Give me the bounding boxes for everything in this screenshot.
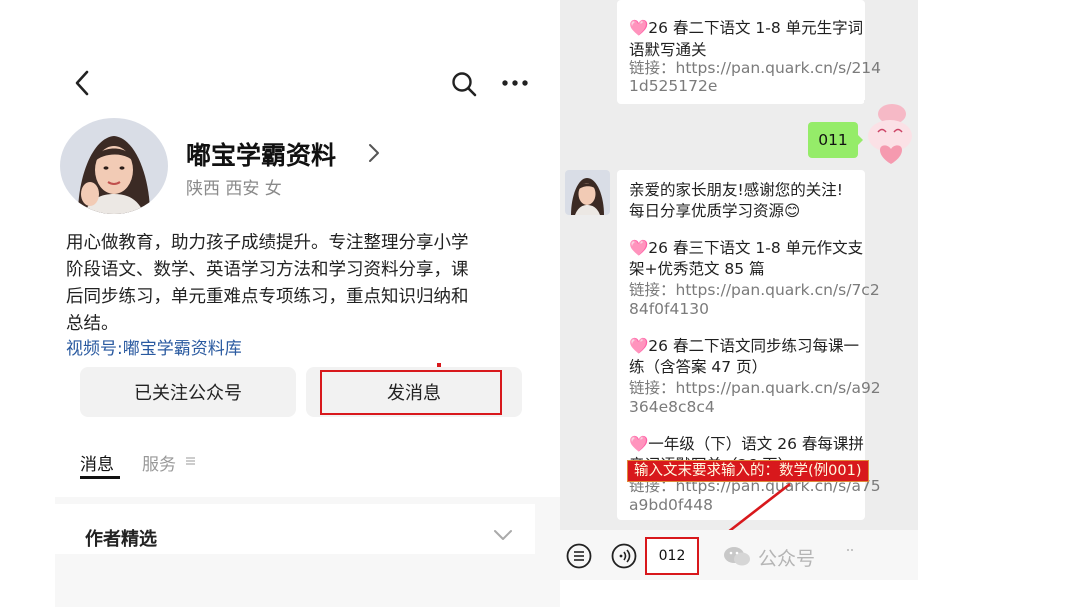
message-line: 🩷26 春二下语文同步练习每课一 xyxy=(629,337,859,355)
highlight-box-send-message xyxy=(320,370,502,415)
video-channel-link[interactable]: 视频号:嘟宝学霸资料库 xyxy=(66,334,242,359)
account-name[interactable]: 嘟宝学霸资料 xyxy=(186,136,336,172)
bio-line: 阶段语文、数学、英语学习方法和学习资料分享，课 xyxy=(66,260,469,280)
message-link-line[interactable]: 1d525172e xyxy=(629,76,717,97)
account-location: 陕西 西安 女 xyxy=(186,179,282,199)
sent-message-bubble[interactable]: 011 xyxy=(808,122,858,158)
menu-list-icon[interactable] xyxy=(566,543,592,569)
wechat-logo-icon xyxy=(724,547,750,566)
sent-bubble-tail xyxy=(857,134,863,146)
message-link-line[interactable]: 链接：https://pan.quark.cn/s/7c2 xyxy=(629,280,880,301)
chevron-down-icon[interactable] xyxy=(492,528,514,542)
message-line: 🩷26 春三下语文 1-8 单元作文支 xyxy=(629,239,864,257)
menu-lines-icon xyxy=(186,457,195,465)
featured-section-title: 作者精选 xyxy=(85,529,157,550)
message-line: 🩷一年级（下）语文 26 春每课拼 xyxy=(629,435,864,453)
account-avatar[interactable] xyxy=(60,118,168,214)
message-link-line[interactable]: 链接：https://pan.quark.cn/s/a92 xyxy=(629,378,881,399)
annotation-dot xyxy=(437,363,441,367)
received-message-bubble[interactable]: 🩷26 春二下语文 1-8 单元生字词 语默写通关 链接：https://pan… xyxy=(617,0,881,104)
message-line: 亲爱的家长朋友!感谢您的关注! xyxy=(629,181,843,199)
message-line: 🩷26 春二下语文 1-8 单元生字词 xyxy=(629,19,864,37)
channel-name[interactable]: 嘟宝学霸资料库 xyxy=(123,339,242,359)
watermark-dots xyxy=(847,549,853,551)
chevron-right-icon[interactable] xyxy=(366,142,382,164)
back-arrow-icon[interactable] xyxy=(70,68,94,98)
message-link-line[interactable]: 84f0f4130 xyxy=(629,299,709,320)
message-line: 练（含答案 47 页） xyxy=(629,358,768,376)
tab-messages[interactable]: 消息 xyxy=(80,450,114,475)
more-options-icon[interactable] xyxy=(500,72,530,94)
tab-services[interactable]: 服务 xyxy=(142,450,176,475)
message-input[interactable]: 012 xyxy=(645,537,699,575)
voice-icon[interactable] xyxy=(611,543,637,569)
search-icon[interactable] xyxy=(450,70,478,98)
message-line: 每日分享优质学习资源😊 xyxy=(629,202,801,220)
watermark-text: 公众号 xyxy=(758,548,816,570)
sticker-icon xyxy=(864,100,918,172)
account-bio: 用心做教育，助力孩子成绩提升。专注整理分享小学 阶段语文、数学、英语学习方法和学… xyxy=(66,230,544,338)
bio-line: 用心做教育，助力孩子成绩提升。专注整理分享小学 xyxy=(66,233,469,253)
channel-label: 视频号: xyxy=(66,339,123,359)
followed-account-button[interactable]: 已关注公众号 xyxy=(80,367,296,417)
bio-line: 后同步练习，单元重难点专项练习，重点知识归纳和 xyxy=(66,287,469,307)
active-tab-indicator xyxy=(80,476,120,479)
message-link-line[interactable]: 364e8c8c4 xyxy=(629,397,715,418)
message-line: 架+优秀范文 85 篇 xyxy=(629,260,765,278)
account-avatar-small[interactable] xyxy=(565,170,610,215)
screenshot-composite: 嘟宝学霸资料 陕西 西安 女 用心做教育，助力孩子成绩提升。专注整理分享小学 阶… xyxy=(0,0,1080,607)
